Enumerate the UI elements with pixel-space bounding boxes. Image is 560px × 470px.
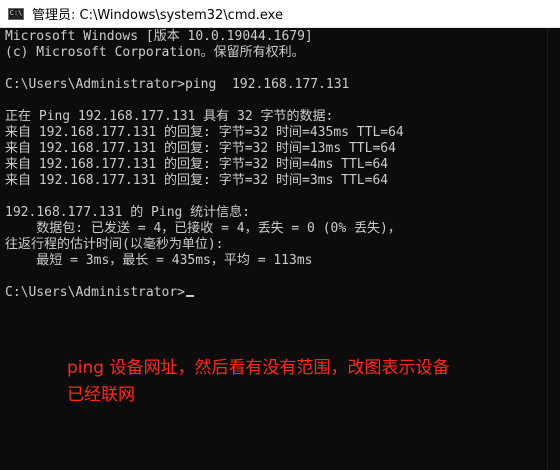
console-line: 192.168.177.131 的 Ping 统计信息: [5, 205, 251, 220]
console-prompt-line[interactable]: C:\Users\Administrator> [5, 285, 546, 301]
title-bar[interactable]: C:\ 管理员: C:\Windows\system32\cmd.exe [0, 0, 560, 28]
cmd-app-icon: C:\ [8, 7, 24, 20]
cmd-app-icon-label: C:\ [9, 9, 23, 17]
console-line: 来自 192.168.177.131 的回复: 字节=32 时间=13ms TT… [5, 141, 396, 156]
console-line: Microsoft Windows [版本 10.0.19044.1679] [5, 29, 313, 44]
console-line: C:\Users\Administrator>ping 192.168.177.… [5, 77, 350, 92]
console-line: (c) Microsoft Corporation。保留所有权利。 [5, 45, 305, 60]
console-line: 来自 192.168.177.131 的回复: 字节=32 时间=4ms TTL… [5, 157, 389, 172]
console-line: 往返行程的估计时间(以毫秒为单位): [5, 237, 224, 252]
annotation-note: ping 设备网址，然后看有没有范围，改图表示设备 已经联网 [67, 355, 547, 409]
console-line: 数据包: 已发送 = 4，已接收 = 4，丢失 = 0 (0% 丢失)， [5, 221, 401, 236]
annotation-line-1: ping 设备网址，然后看有没有范围，改图表示设备 [67, 358, 450, 378]
console-line: 最短 = 3ms，最长 = 435ms，平均 = 113ms [5, 253, 313, 268]
text-cursor [186, 295, 195, 297]
window-title: 管理员: C:\Windows\system32\cmd.exe [32, 8, 283, 23]
console-line: 正在 Ping 192.168.177.131 具有 32 字节的数据: [5, 109, 334, 124]
console-line: 来自 192.168.177.131 的回复: 字节=32 时间=3ms TTL… [5, 173, 389, 188]
vertical-scrollbar[interactable] [547, 28, 560, 470]
console-prompt: C:\Users\Administrator> [5, 285, 186, 300]
cmd-window: C:\ 管理员: C:\Windows\system32\cmd.exe Mic… [0, 0, 560, 470]
console-line: 来自 192.168.177.131 的回复: 字节=32 时间=435ms T… [5, 125, 404, 140]
annotation-line-2: 已经联网 [67, 385, 135, 405]
